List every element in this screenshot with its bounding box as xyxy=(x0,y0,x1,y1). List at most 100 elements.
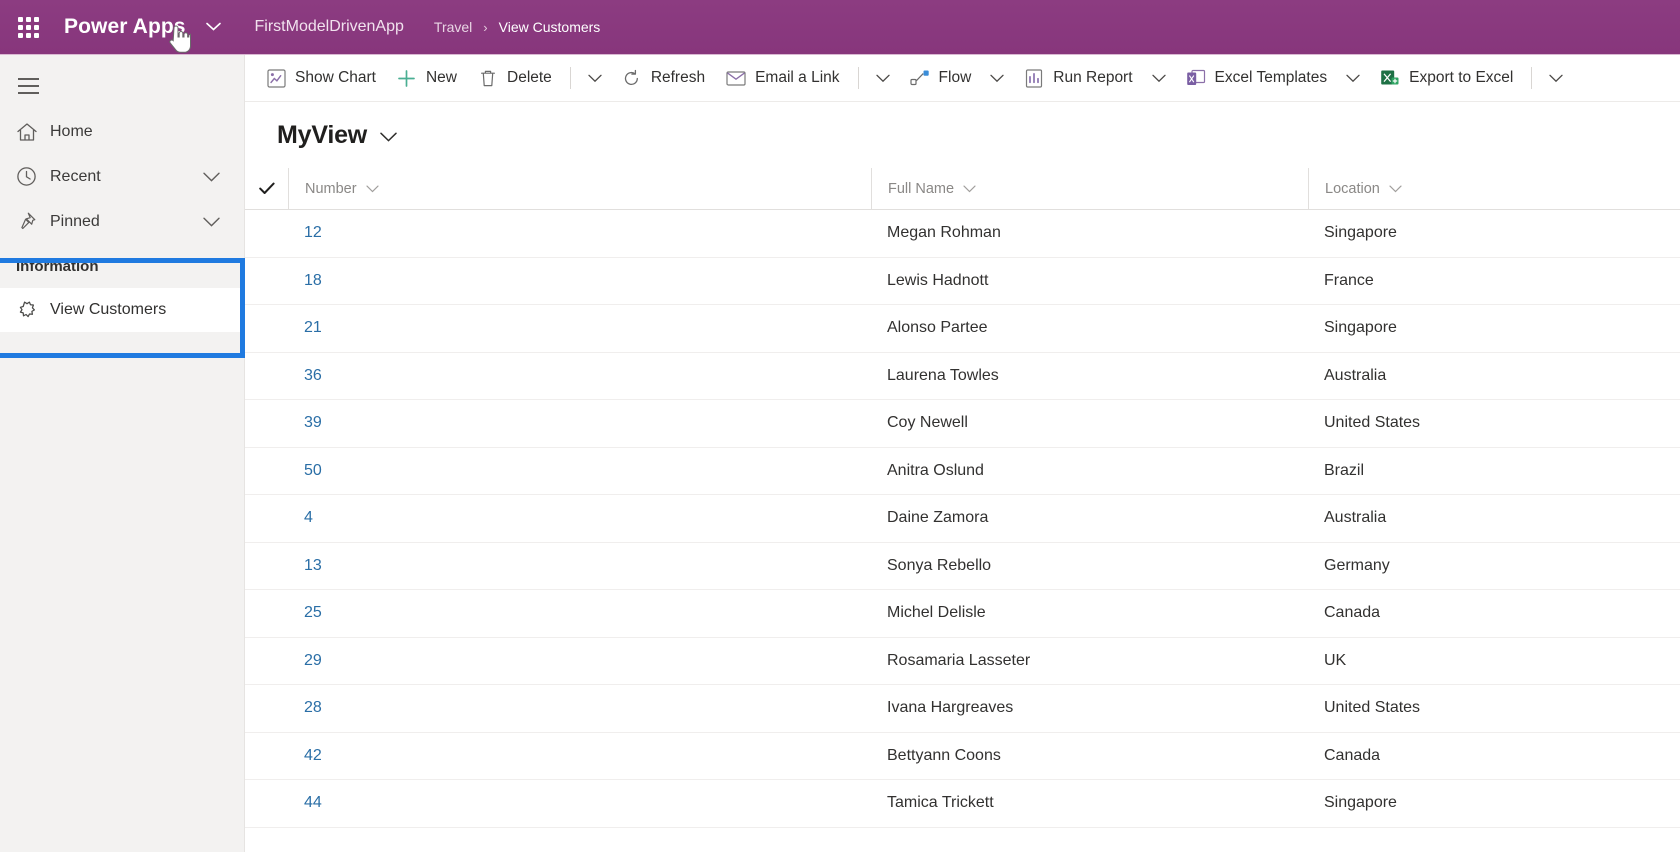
cell-full-name: Daine Zamora xyxy=(887,509,989,527)
cell-full-name: Tamica Trickett xyxy=(887,794,994,812)
table-row[interactable]: 42 Bettyann Coons Canada xyxy=(245,733,1680,780)
flow-button[interactable]: Flow xyxy=(899,59,982,97)
sidebar-item-home[interactable]: Home xyxy=(0,109,244,154)
cell-location: Canada xyxy=(1324,604,1381,622)
table-row[interactable]: 36 Laurena Towles Australia xyxy=(245,353,1680,400)
select-all-checkbox[interactable] xyxy=(245,182,288,195)
excel-icon xyxy=(1379,69,1401,87)
overflow-chevron-button[interactable] xyxy=(579,59,611,97)
cell-full-name: Laurena Towles xyxy=(887,366,999,384)
hamburger-menu-button[interactable] xyxy=(0,63,56,109)
cell-number[interactable]: 28 xyxy=(288,699,871,717)
command-label: Export to Excel xyxy=(1409,69,1514,86)
chevron-down-icon[interactable] xyxy=(205,22,221,31)
cell-number[interactable]: 44 xyxy=(288,794,871,812)
chevron-down-icon xyxy=(588,74,602,82)
table-row[interactable]: 25 Michel Delisle Canada xyxy=(245,590,1680,638)
export-to-excel-button[interactable]: Export to Excel xyxy=(1369,59,1523,97)
cell-number[interactable]: 50 xyxy=(288,462,871,480)
cell-location: Singapore xyxy=(1324,224,1397,242)
show-chart-button[interactable]: Show Chart xyxy=(255,59,386,97)
chevron-down-icon[interactable] xyxy=(203,217,220,227)
cell-full-name: Anitra Oslund xyxy=(887,461,984,479)
breadcrumb-parent[interactable]: Travel xyxy=(434,19,472,35)
table-row[interactable]: 44 Tamica Trickett Singapore xyxy=(245,780,1680,828)
column-header-full-name[interactable]: Full Name xyxy=(871,167,1308,210)
sidebar-item-pinned[interactable]: Pinned xyxy=(0,199,244,244)
chevron-down-icon xyxy=(1549,74,1564,82)
command-bar: Show Chart New Delete Refresh Email a Li… xyxy=(245,55,1680,102)
sidebar-group-header: Information xyxy=(0,244,244,288)
chevron-down-icon[interactable] xyxy=(380,132,397,142)
command-label: Refresh xyxy=(650,69,706,86)
table-row[interactable]: 13 Sonya Rebello Germany xyxy=(245,543,1680,590)
view-name: MyView xyxy=(277,120,368,149)
cell-number[interactable]: 29 xyxy=(288,652,871,670)
brand-title[interactable]: Power Apps xyxy=(56,15,221,39)
command-label: Flow xyxy=(938,69,972,86)
sidebar-item-label: Pinned xyxy=(50,212,100,230)
sidebar-item-label: Recent xyxy=(50,167,101,185)
email-a-link-button[interactable]: Email a Link xyxy=(715,59,849,97)
sidebar-item-recent[interactable]: Recent xyxy=(0,154,244,199)
cell-number[interactable]: 21 xyxy=(288,319,871,337)
excel-templates-button[interactable]: Excel Templates xyxy=(1175,59,1338,97)
cell-full-name: Bettyann Coons xyxy=(887,746,1001,764)
report-icon xyxy=(1023,68,1045,88)
flow-icon xyxy=(909,69,931,87)
app-launcher-button[interactable] xyxy=(0,0,56,55)
cell-number[interactable]: 36 xyxy=(288,367,871,385)
excel-templates-chevron-button[interactable] xyxy=(1337,59,1369,97)
cell-location: Singapore xyxy=(1324,794,1397,812)
command-separator xyxy=(857,67,859,89)
table-row[interactable]: 21 Alonso Partee Singapore xyxy=(245,305,1680,353)
cell-location: Germany xyxy=(1324,556,1390,574)
chevron-down-icon[interactable] xyxy=(963,185,976,193)
table-row[interactable]: 12 Megan Rohman Singapore xyxy=(245,210,1680,258)
cell-number[interactable]: 42 xyxy=(288,747,871,765)
cell-full-name: Michel Delisle xyxy=(887,604,986,622)
sidebar-item-view-customers[interactable]: View Customers xyxy=(0,288,244,332)
chevron-down-icon[interactable] xyxy=(203,172,220,182)
cell-location: France xyxy=(1324,271,1374,289)
table-row[interactable]: 18 Lewis Hadnott France xyxy=(245,258,1680,305)
chevron-down-icon[interactable] xyxy=(1389,185,1402,193)
cell-location: Brazil xyxy=(1324,461,1365,479)
cell-number[interactable]: 4 xyxy=(288,509,871,527)
run-report-chevron-button[interactable] xyxy=(1143,59,1175,97)
overflow-chevron-button[interactable] xyxy=(1540,59,1572,97)
grid-body: 12 Megan Rohman Singapore 18 Lewis Hadnott Fr… xyxy=(245,210,1680,828)
cell-full-name: Ivana Hargreaves xyxy=(887,699,1014,717)
cell-number[interactable]: 18 xyxy=(288,272,871,290)
table-row[interactable]: 28 Ivana Hargreaves United States xyxy=(245,685,1680,733)
overflow-chevron-button[interactable] xyxy=(867,59,899,97)
flow-chevron-button[interactable] xyxy=(981,59,1013,97)
cell-full-name: Coy Newell xyxy=(887,414,968,432)
cell-number[interactable]: 39 xyxy=(288,414,871,432)
new-button[interactable]: New xyxy=(386,59,467,97)
breadcrumb-current[interactable]: View Customers xyxy=(499,19,601,35)
column-header-number[interactable]: Number xyxy=(288,167,871,210)
breadcrumb-separator-icon: › xyxy=(483,19,488,35)
cell-number[interactable]: 12 xyxy=(288,224,871,242)
left-sidebar: Home Recent Pinned Information View Cust… xyxy=(0,55,245,852)
delete-button[interactable]: Delete xyxy=(467,59,562,97)
cell-number[interactable]: 25 xyxy=(288,604,871,622)
cell-number[interactable]: 13 xyxy=(288,557,871,575)
command-separator xyxy=(1531,67,1533,89)
app-name[interactable]: FirstModelDrivenApp xyxy=(255,18,404,36)
column-header-location[interactable]: Location xyxy=(1308,167,1680,210)
app-header: Power Apps FirstModelDrivenApp Travel › … xyxy=(0,0,1680,55)
table-row[interactable]: 29 Rosamaria Lasseter UK xyxy=(245,638,1680,685)
refresh-button[interactable]: Refresh xyxy=(611,59,715,97)
table-row[interactable]: 50 Anitra Oslund Brazil xyxy=(245,448,1680,495)
checkmark-icon xyxy=(258,182,275,194)
cell-full-name: Alonso Partee xyxy=(887,319,988,337)
run-report-button[interactable]: Run Report xyxy=(1013,59,1142,97)
chart-icon xyxy=(265,68,287,88)
column-header-label: Location xyxy=(1325,180,1380,197)
view-selector[interactable]: MyView xyxy=(245,102,1680,168)
table-row[interactable]: 4 Daine Zamora Australia xyxy=(245,495,1680,543)
table-row[interactable]: 39 Coy Newell United States xyxy=(245,400,1680,448)
chevron-down-icon[interactable] xyxy=(365,185,379,193)
